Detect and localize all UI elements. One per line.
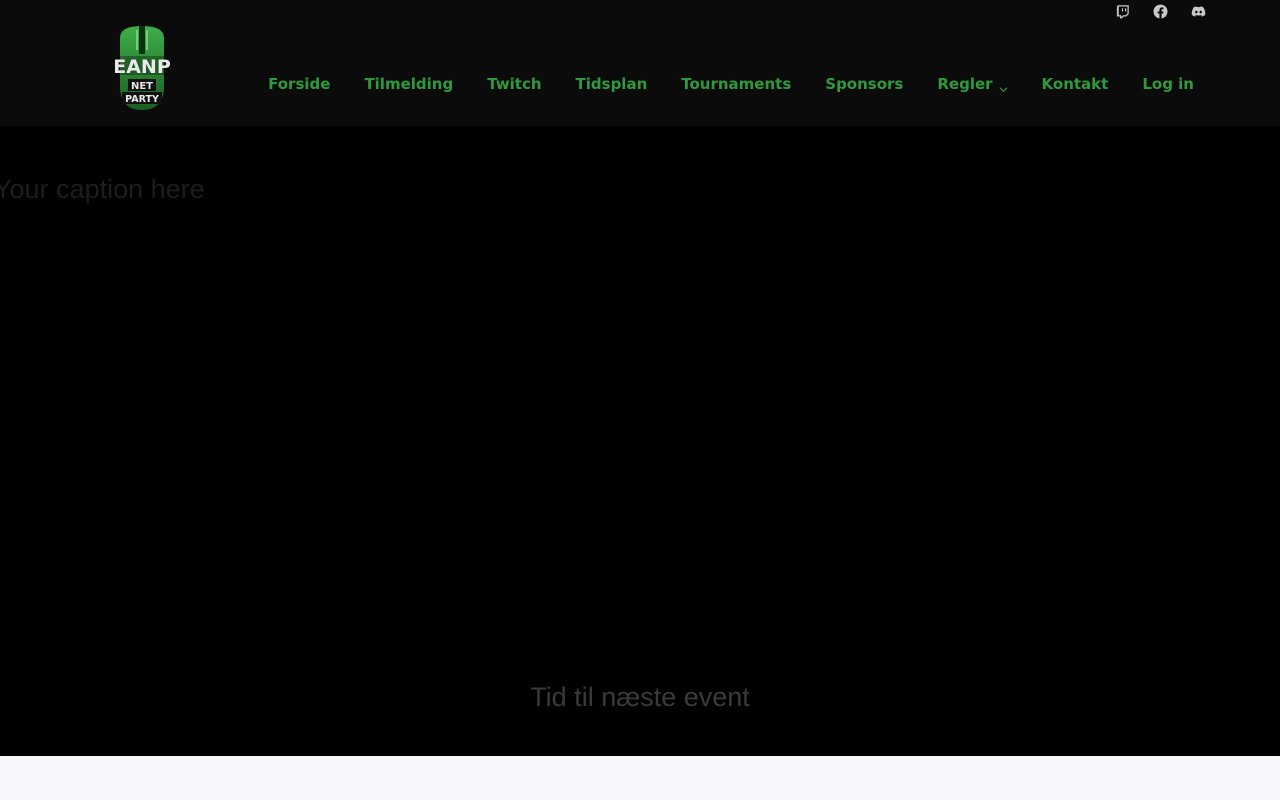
nav-item-twitch[interactable]: Twitch bbox=[487, 75, 541, 93]
nav-item-tilmelding[interactable]: Tilmelding bbox=[364, 75, 453, 93]
nav-item-sponsors[interactable]: Sponsors bbox=[825, 75, 903, 93]
chevron-down-icon bbox=[999, 80, 1008, 92]
nav-item-log-in[interactable]: Log in bbox=[1142, 75, 1194, 93]
nav-item-regler-label: Regler bbox=[937, 75, 993, 93]
site-logo[interactable]: EANP NET PARTY bbox=[106, 24, 178, 112]
page-background-strip bbox=[0, 756, 1280, 800]
twitch-icon[interactable] bbox=[1113, 2, 1131, 20]
site-header: EANP NET PARTY Forside Tilmelding Twitch… bbox=[0, 0, 1280, 126]
countdown-title: Tid til næste event bbox=[530, 682, 750, 712]
nav-item-tournaments[interactable]: Tournaments bbox=[681, 75, 791, 93]
social-links bbox=[1113, 2, 1207, 20]
logo-text-line2: NET bbox=[131, 81, 153, 92]
logo-text-line1: EANP bbox=[113, 56, 171, 78]
hero-section: Your caption here Tid til næste event bbox=[0, 126, 1280, 756]
discord-icon[interactable] bbox=[1189, 2, 1207, 20]
hero-caption: Your caption here bbox=[0, 174, 205, 204]
nav-item-kontakt[interactable]: Kontakt bbox=[1042, 75, 1109, 93]
facebook-icon[interactable] bbox=[1151, 2, 1169, 20]
nav-item-tidsplan[interactable]: Tidsplan bbox=[576, 75, 648, 93]
logo-text-line3: PARTY bbox=[125, 94, 159, 105]
nav-item-forside[interactable]: Forside bbox=[268, 75, 330, 93]
main-nav: Forside Tilmelding Twitch Tidsplan Tourn… bbox=[268, 72, 1194, 96]
nav-item-regler[interactable]: Regler bbox=[937, 75, 1008, 93]
